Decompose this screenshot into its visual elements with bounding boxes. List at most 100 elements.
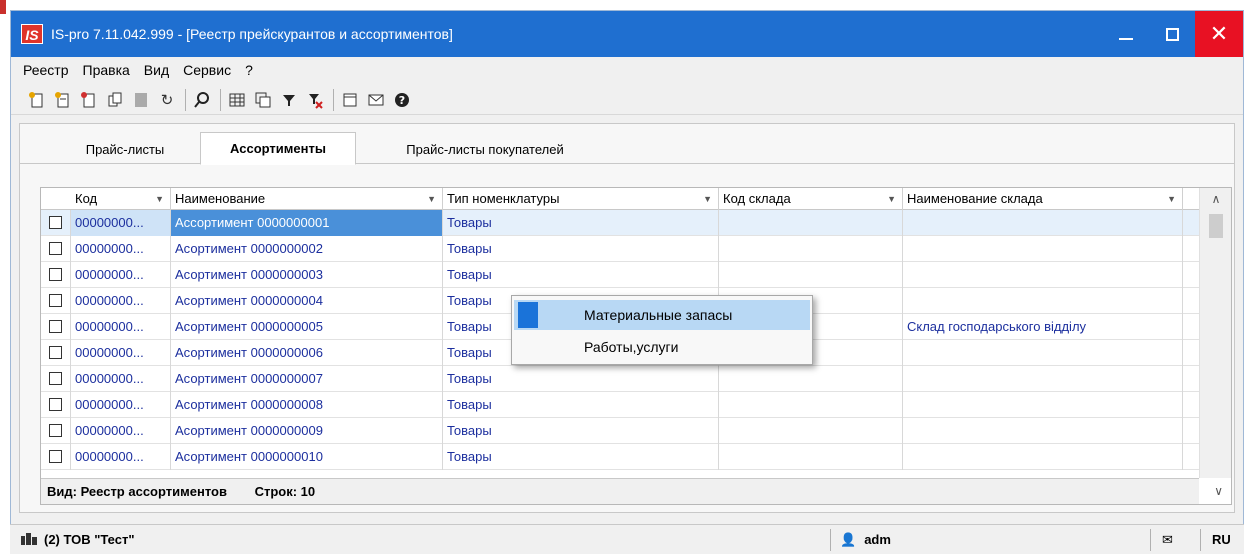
new-doc-2-icon[interactable]	[51, 88, 75, 112]
column-header-store-name[interactable]: Наименование склада ▼	[903, 188, 1183, 210]
cell-name[interactable]: Ассортимент 0000000001	[171, 210, 443, 236]
cell-type[interactable]: Товары	[443, 444, 719, 470]
cell-store-code[interactable]	[719, 392, 903, 418]
mail-status-icon[interactable]: ✉	[1162, 525, 1173, 555]
cell-name[interactable]: Асортимент 0000000010	[171, 444, 443, 470]
form-icon[interactable]	[338, 88, 362, 112]
cell-store-code[interactable]	[719, 262, 903, 288]
user-status[interactable]: 👤 adm	[840, 525, 891, 555]
cell-store-name[interactable]	[903, 366, 1183, 392]
sort-dropdown-icon[interactable]: ▼	[155, 188, 164, 210]
menu-help[interactable]: ?	[238, 62, 260, 78]
cell-code[interactable]: 00000000...	[71, 288, 171, 314]
cell-name[interactable]: Асортимент 0000000007	[171, 366, 443, 392]
table-row[interactable]: 00000000... Асортимент 0000000008 Товары	[41, 392, 1199, 418]
scroll-up-icon[interactable]: ∧	[1200, 188, 1232, 210]
cell-type[interactable]: Товары	[443, 262, 719, 288]
row-checkbox[interactable]	[49, 424, 62, 437]
menu-servis[interactable]: Сервис	[176, 62, 238, 78]
row-checkbox-cell[interactable]	[41, 366, 71, 392]
cell-code[interactable]: 00000000...	[71, 340, 171, 366]
menu-pravka[interactable]: Правка	[76, 62, 137, 78]
row-checkbox[interactable]	[49, 268, 62, 281]
scroll-down-icon[interactable]: ∨	[1214, 484, 1223, 498]
row-checkbox[interactable]	[49, 450, 62, 463]
context-item-services[interactable]: Работы,услуги	[514, 332, 810, 362]
row-checkbox-cell[interactable]	[41, 314, 71, 340]
sort-dropdown-icon[interactable]: ▼	[887, 188, 896, 210]
cell-name[interactable]: Асортимент 0000000003	[171, 262, 443, 288]
close-button[interactable]: ✕	[1195, 11, 1243, 57]
cell-store-code[interactable]	[719, 444, 903, 470]
cell-store-code[interactable]	[719, 366, 903, 392]
cell-store-name[interactable]	[903, 236, 1183, 262]
minimize-button[interactable]	[1103, 11, 1149, 57]
column-header-type[interactable]: Тип номенклатуры ▼	[443, 188, 719, 210]
cell-type[interactable]: Товары	[443, 236, 719, 262]
row-checkbox-cell[interactable]	[41, 340, 71, 366]
table-row[interactable]: 00000000... Асортимент 0000000003 Товары	[41, 262, 1199, 288]
vertical-scrollbar[interactable]: ∧	[1199, 188, 1231, 478]
scroll-thumb[interactable]	[1209, 214, 1223, 238]
cell-code[interactable]: 00000000...	[71, 418, 171, 444]
clear-filter-icon[interactable]	[303, 88, 327, 112]
cell-type[interactable]: Товары	[443, 210, 719, 236]
row-checkbox[interactable]	[49, 372, 62, 385]
table-icon[interactable]	[225, 88, 249, 112]
sort-dropdown-icon[interactable]: ▼	[427, 188, 436, 210]
filter-icon[interactable]	[277, 88, 301, 112]
cell-code[interactable]: 00000000...	[71, 210, 171, 236]
cell-store-code[interactable]	[719, 236, 903, 262]
row-checkbox-cell[interactable]	[41, 392, 71, 418]
row-checkbox-cell[interactable]	[41, 210, 71, 236]
cell-code[interactable]: 00000000...	[71, 392, 171, 418]
table-row[interactable]: 00000000... Ассортимент 0000000001 Товары	[41, 210, 1199, 236]
row-checkbox[interactable]	[49, 294, 62, 307]
search-icon[interactable]	[190, 88, 214, 112]
help-icon[interactable]: ?	[390, 88, 414, 112]
cell-store-code[interactable]	[719, 210, 903, 236]
cell-code[interactable]: 00000000...	[71, 314, 171, 340]
tab-assortments[interactable]: Ассортименты	[200, 132, 356, 165]
row-checkbox-cell[interactable]	[41, 288, 71, 314]
menu-vid[interactable]: Вид	[137, 62, 176, 78]
maximize-button[interactable]	[1149, 11, 1195, 57]
row-checkbox[interactable]	[49, 346, 62, 359]
cell-name[interactable]: Асортимент 0000000005	[171, 314, 443, 340]
row-checkbox[interactable]	[49, 216, 62, 229]
sort-dropdown-icon[interactable]: ▼	[1167, 188, 1176, 210]
cell-store-name[interactable]	[903, 444, 1183, 470]
cell-name[interactable]: Асортимент 0000000004	[171, 288, 443, 314]
column-header-store-code[interactable]: Код склада ▼	[719, 188, 903, 210]
table-row[interactable]: 00000000... Асортимент 0000000010 Товары	[41, 444, 1199, 470]
title-bar[interactable]: IS IS-pro 7.11.042.999 - [Реестр прейску…	[11, 11, 1243, 57]
cell-store-name[interactable]	[903, 288, 1183, 314]
table-row[interactable]: 00000000... Асортимент 0000000009 Товары	[41, 418, 1199, 444]
cell-name[interactable]: Асортимент 0000000006	[171, 340, 443, 366]
cell-code[interactable]: 00000000...	[71, 236, 171, 262]
cell-name[interactable]: Асортимент 0000000008	[171, 392, 443, 418]
cell-code[interactable]: 00000000...	[71, 444, 171, 470]
row-checkbox-cell[interactable]	[41, 444, 71, 470]
row-checkbox[interactable]	[49, 398, 62, 411]
table-row[interactable]: 00000000... Асортимент 0000000002 Товары	[41, 236, 1199, 262]
cell-name[interactable]: Асортимент 0000000002	[171, 236, 443, 262]
row-checkbox-cell[interactable]	[41, 262, 71, 288]
row-checkbox-cell[interactable]	[41, 418, 71, 444]
cell-name[interactable]: Асортимент 0000000009	[171, 418, 443, 444]
cell-type[interactable]: Товары	[443, 418, 719, 444]
row-checkbox[interactable]	[49, 242, 62, 255]
tab-customer-price-lists[interactable]: Прайс-листы покупателей	[370, 134, 600, 164]
row-checkbox-cell[interactable]	[41, 236, 71, 262]
table-row[interactable]: 00000000... Асортимент 0000000007 Товары	[41, 366, 1199, 392]
column-header-code[interactable]: Код ▼	[71, 188, 171, 210]
cell-store-code[interactable]	[719, 418, 903, 444]
cell-store-name[interactable]	[903, 418, 1183, 444]
cell-code[interactable]: 00000000...	[71, 262, 171, 288]
refresh-icon[interactable]: ↻	[155, 88, 179, 112]
language-indicator[interactable]: RU	[1212, 525, 1231, 555]
tree-icon[interactable]	[251, 88, 275, 112]
cell-store-name[interactable]	[903, 210, 1183, 236]
context-item-material[interactable]: Материальные запасы	[514, 300, 810, 330]
cell-store-name[interactable]	[903, 392, 1183, 418]
